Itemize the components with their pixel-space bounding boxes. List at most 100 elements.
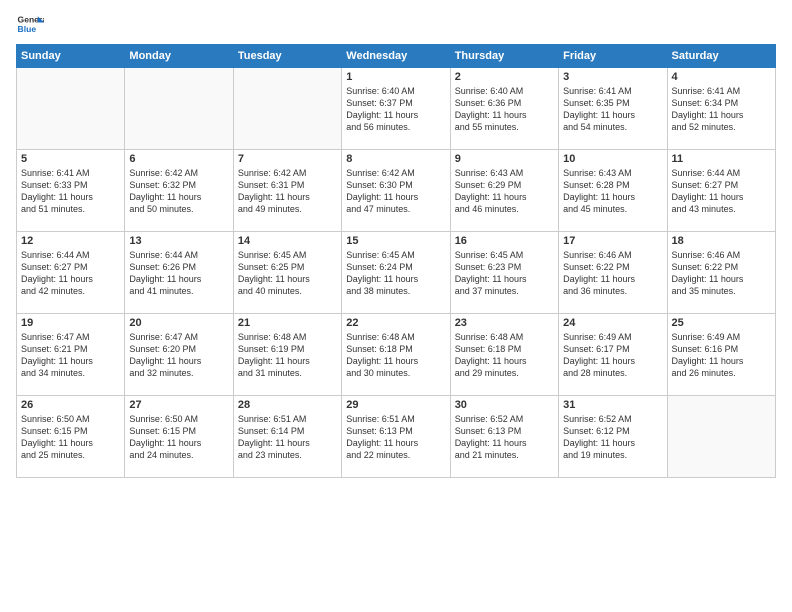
day-info: Sunrise: 6:45 AM Sunset: 6:23 PM Dayligh… [455,249,554,298]
day-number: 4 [672,71,771,83]
day-number: 31 [563,399,662,411]
day-info: Sunrise: 6:47 AM Sunset: 6:20 PM Dayligh… [129,331,228,380]
day-number: 12 [21,235,120,247]
day-info: Sunrise: 6:48 AM Sunset: 6:18 PM Dayligh… [346,331,445,380]
day-info: Sunrise: 6:52 AM Sunset: 6:13 PM Dayligh… [455,413,554,462]
day-cell [667,396,775,478]
day-number: 15 [346,235,445,247]
day-number: 26 [21,399,120,411]
day-info: Sunrise: 6:44 AM Sunset: 6:27 PM Dayligh… [21,249,120,298]
logo-icon: General Blue [16,10,44,38]
day-cell: 23 Sunrise: 6:48 AM Sunset: 6:18 PM Dayli… [450,314,558,396]
day-number: 20 [129,317,228,329]
day-cell: 25 Sunrise: 6:49 AM Sunset: 6:16 PM Dayli… [667,314,775,396]
day-number: 1 [346,71,445,83]
header-row: SundayMondayTuesdayWednesdayThursdayFrid… [17,45,776,68]
day-cell: 13 Sunrise: 6:44 AM Sunset: 6:26 PM Dayli… [125,232,233,314]
day-number: 27 [129,399,228,411]
day-cell: 11 Sunrise: 6:44 AM Sunset: 6:27 PM Dayli… [667,150,775,232]
day-cell: 16 Sunrise: 6:45 AM Sunset: 6:23 PM Dayli… [450,232,558,314]
day-info: Sunrise: 6:43 AM Sunset: 6:29 PM Dayligh… [455,167,554,216]
col-header-monday: Monday [125,45,233,68]
day-info: Sunrise: 6:40 AM Sunset: 6:37 PM Dayligh… [346,85,445,134]
page: General Blue SundayMondayTuesdayWednesda… [0,0,792,612]
day-info: Sunrise: 6:42 AM Sunset: 6:31 PM Dayligh… [238,167,337,216]
day-cell: 19 Sunrise: 6:47 AM Sunset: 6:21 PM Dayli… [17,314,125,396]
day-info: Sunrise: 6:43 AM Sunset: 6:28 PM Dayligh… [563,167,662,216]
day-number: 13 [129,235,228,247]
day-number: 25 [672,317,771,329]
day-info: Sunrise: 6:41 AM Sunset: 6:34 PM Dayligh… [672,85,771,134]
col-header-friday: Friday [559,45,667,68]
day-info: Sunrise: 6:48 AM Sunset: 6:19 PM Dayligh… [238,331,337,380]
day-info: Sunrise: 6:40 AM Sunset: 6:36 PM Dayligh… [455,85,554,134]
week-row-4: 19 Sunrise: 6:47 AM Sunset: 6:21 PM Dayli… [17,314,776,396]
day-cell: 6Sunrise: 6:42 AM Sunset: 6:32 PM Daylig… [125,150,233,232]
day-number: 14 [238,235,337,247]
day-cell: 27 Sunrise: 6:50 AM Sunset: 6:15 PM Dayli… [125,396,233,478]
day-info: Sunrise: 6:51 AM Sunset: 6:14 PM Dayligh… [238,413,337,462]
day-number: 28 [238,399,337,411]
day-number: 19 [21,317,120,329]
day-number: 18 [672,235,771,247]
day-cell: 17Sunrise: 6:46 AM Sunset: 6:22 PM Dayli… [559,232,667,314]
day-cell: 15 Sunrise: 6:45 AM Sunset: 6:24 PM Dayli… [342,232,450,314]
col-header-tuesday: Tuesday [233,45,341,68]
day-info: Sunrise: 6:51 AM Sunset: 6:13 PM Dayligh… [346,413,445,462]
day-cell: 26 Sunrise: 6:50 AM Sunset: 6:15 PM Dayli… [17,396,125,478]
day-number: 24 [563,317,662,329]
week-row-2: 5Sunrise: 6:41 AM Sunset: 6:33 PM Daylig… [17,150,776,232]
day-info: Sunrise: 6:44 AM Sunset: 6:26 PM Dayligh… [129,249,228,298]
day-cell: 5Sunrise: 6:41 AM Sunset: 6:33 PM Daylig… [17,150,125,232]
day-number: 10 [563,153,662,165]
day-number: 16 [455,235,554,247]
day-cell: 22 Sunrise: 6:48 AM Sunset: 6:18 PM Dayli… [342,314,450,396]
day-number: 11 [672,153,771,165]
day-info: Sunrise: 6:44 AM Sunset: 6:27 PM Dayligh… [672,167,771,216]
day-number: 22 [346,317,445,329]
day-info: Sunrise: 6:47 AM Sunset: 6:21 PM Dayligh… [21,331,120,380]
day-number: 23 [455,317,554,329]
week-row-3: 12 Sunrise: 6:44 AM Sunset: 6:27 PM Dayli… [17,232,776,314]
day-info: Sunrise: 6:46 AM Sunset: 6:22 PM Dayligh… [672,249,771,298]
day-cell: 29 Sunrise: 6:51 AM Sunset: 6:13 PM Dayli… [342,396,450,478]
day-cell: 18 Sunrise: 6:46 AM Sunset: 6:22 PM Dayli… [667,232,775,314]
day-cell [233,68,341,150]
day-info: Sunrise: 6:42 AM Sunset: 6:32 PM Dayligh… [129,167,228,216]
day-cell [17,68,125,150]
col-header-saturday: Saturday [667,45,775,68]
day-info: Sunrise: 6:45 AM Sunset: 6:25 PM Dayligh… [238,249,337,298]
col-header-thursday: Thursday [450,45,558,68]
header: General Blue [16,10,776,38]
day-number: 7 [238,153,337,165]
day-number: 21 [238,317,337,329]
day-info: Sunrise: 6:48 AM Sunset: 6:18 PM Dayligh… [455,331,554,380]
day-cell: 10 Sunrise: 6:43 AM Sunset: 6:28 PM Dayli… [559,150,667,232]
day-cell: 14 Sunrise: 6:45 AM Sunset: 6:25 PM Dayli… [233,232,341,314]
day-cell: 31Sunrise: 6:52 AM Sunset: 6:12 PM Dayli… [559,396,667,478]
week-row-5: 26 Sunrise: 6:50 AM Sunset: 6:15 PM Dayli… [17,396,776,478]
col-header-sunday: Sunday [17,45,125,68]
day-info: Sunrise: 6:50 AM Sunset: 6:15 PM Dayligh… [21,413,120,462]
day-cell: 30 Sunrise: 6:52 AM Sunset: 6:13 PM Dayli… [450,396,558,478]
day-number: 2 [455,71,554,83]
day-number: 5 [21,153,120,165]
calendar-table: SundayMondayTuesdayWednesdayThursdayFrid… [16,44,776,478]
day-cell: 20 Sunrise: 6:47 AM Sunset: 6:20 PM Dayli… [125,314,233,396]
logo: General Blue [16,10,44,38]
col-header-wednesday: Wednesday [342,45,450,68]
day-number: 30 [455,399,554,411]
day-cell: 9 Sunrise: 6:43 AM Sunset: 6:29 PM Daylig… [450,150,558,232]
day-cell: 12 Sunrise: 6:44 AM Sunset: 6:27 PM Dayli… [17,232,125,314]
day-cell: 3Sunrise: 6:41 AM Sunset: 6:35 PM Daylig… [559,68,667,150]
day-cell: 28 Sunrise: 6:51 AM Sunset: 6:14 PM Dayli… [233,396,341,478]
week-row-1: 1 Sunrise: 6:40 AM Sunset: 6:37 PM Daylig… [17,68,776,150]
day-cell: 2 Sunrise: 6:40 AM Sunset: 6:36 PM Daylig… [450,68,558,150]
day-number: 9 [455,153,554,165]
day-number: 29 [346,399,445,411]
svg-text:Blue: Blue [18,24,37,34]
day-info: Sunrise: 6:50 AM Sunset: 6:15 PM Dayligh… [129,413,228,462]
day-info: Sunrise: 6:45 AM Sunset: 6:24 PM Dayligh… [346,249,445,298]
day-cell: 1 Sunrise: 6:40 AM Sunset: 6:37 PM Daylig… [342,68,450,150]
day-info: Sunrise: 6:49 AM Sunset: 6:16 PM Dayligh… [672,331,771,380]
